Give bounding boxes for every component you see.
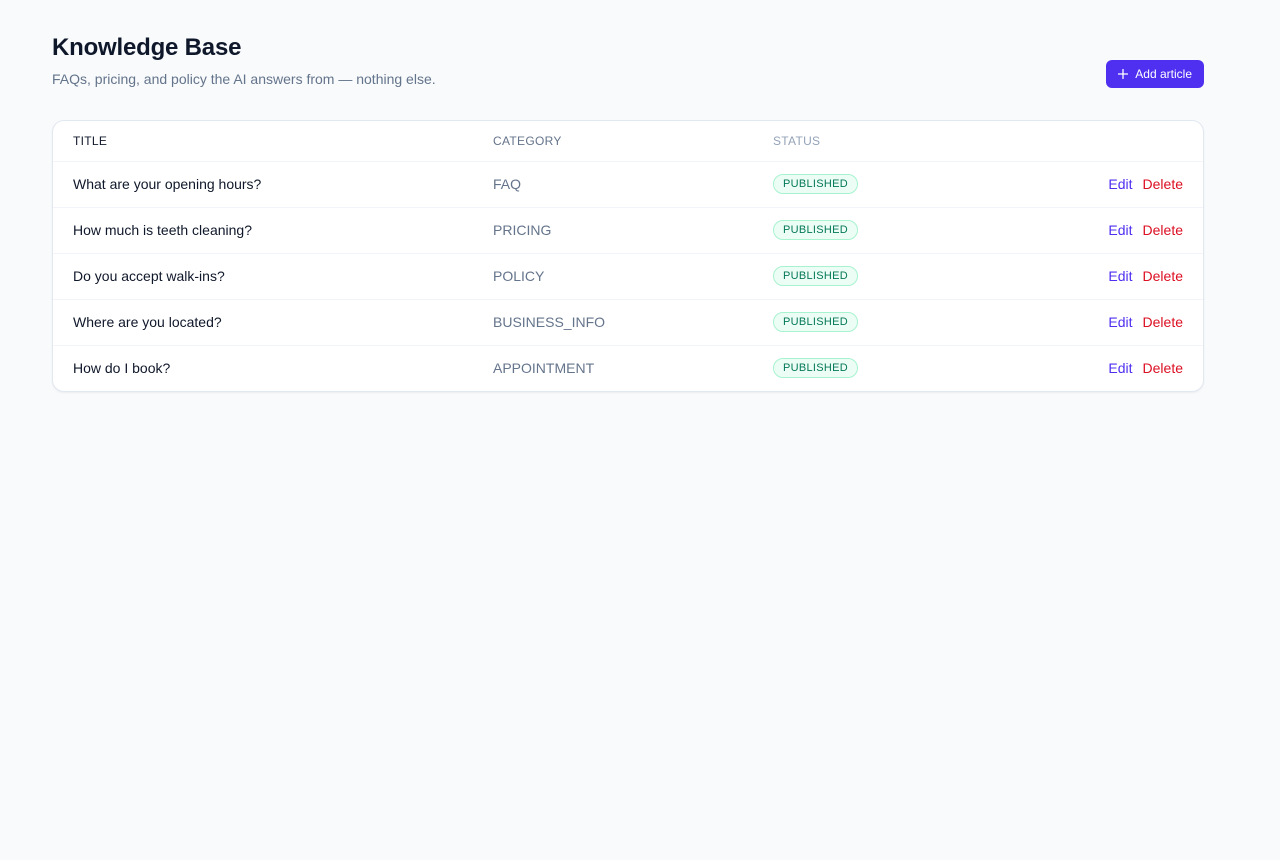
delete-link[interactable]: Delete: [1143, 268, 1183, 284]
row-actions: Edit Delete: [1033, 345, 1203, 391]
row-actions: Edit Delete: [1033, 161, 1203, 208]
edit-link[interactable]: Edit: [1108, 222, 1132, 238]
row-category: PRICING: [473, 207, 753, 254]
row-status-cell: PUBLISHED: [753, 345, 1033, 391]
table-row: Where are you located? BUSINESS_INFO PUB…: [53, 299, 1203, 346]
status-badge: PUBLISHED: [773, 220, 859, 240]
articles-table: TITLE CATEGORY STATUS What are your open…: [53, 121, 1203, 391]
row-title: How much is teeth cleaning?: [53, 207, 473, 254]
row-status-cell: PUBLISHED: [753, 207, 1033, 254]
row-title: Do you accept walk-ins?: [53, 253, 473, 300]
row-status-cell: PUBLISHED: [753, 299, 1033, 346]
row-category: BUSINESS_INFO: [473, 299, 753, 346]
page-header: Knowledge Base FAQs, pricing, and policy…: [52, 34, 1228, 120]
page-title: Knowledge Base: [52, 34, 242, 61]
row-actions: Edit Delete: [1033, 299, 1203, 346]
delete-link[interactable]: Delete: [1143, 314, 1183, 330]
table-row: Do you accept walk-ins? POLICY PUBLISHED…: [53, 253, 1203, 300]
row-actions: Edit Delete: [1033, 207, 1203, 254]
delete-link[interactable]: Delete: [1143, 176, 1183, 192]
status-badge: PUBLISHED: [773, 358, 859, 379]
table-row: What are your opening hours? FAQ PUBLISH…: [53, 161, 1203, 208]
row-title: What are your opening hours?: [53, 161, 473, 208]
edit-link[interactable]: Edit: [1108, 176, 1132, 192]
row-title: How do I book?: [73, 360, 171, 377]
delete-link[interactable]: Delete: [1143, 360, 1183, 376]
status-badge: PUBLISHED: [773, 312, 859, 332]
page-subtitle: FAQs, pricing, and policy the AI answers…: [52, 71, 436, 87]
row-status-cell: PUBLISHED: [753, 253, 1033, 300]
status-badge: PUBLISHED: [773, 174, 859, 194]
column-header-actions: [1033, 121, 1203, 162]
edit-link[interactable]: Edit: [1108, 360, 1132, 376]
column-header-category: CATEGORY: [473, 121, 753, 162]
plus-icon: [1118, 69, 1129, 79]
status-badge: PUBLISHED: [773, 266, 859, 286]
table-header-row: TITLE CATEGORY STATUS: [53, 121, 1203, 162]
row-status-cell: PUBLISHED: [753, 161, 1033, 208]
row-category: APPOINTMENT: [493, 360, 595, 377]
column-header-title: TITLE: [53, 121, 473, 162]
edit-link[interactable]: Edit: [1108, 314, 1132, 330]
table-row: How do I book? APPOINTMENT PUBLISHED Edi…: [53, 345, 1203, 391]
row-title: Where are you located?: [53, 299, 473, 346]
articles-table-card: TITLE CATEGORY STATUS What are your open…: [52, 120, 1204, 392]
row-category: FAQ: [473, 161, 753, 208]
row-category: POLICY: [473, 253, 753, 300]
page: Knowledge Base FAQs, pricing, and policy…: [0, 0, 1280, 860]
edit-link[interactable]: Edit: [1108, 268, 1132, 284]
table-row: How much is teeth cleaning? PRICING PUBL…: [53, 207, 1203, 254]
add-article-button[interactable]: Add article: [1106, 60, 1204, 88]
column-header-status: STATUS: [753, 121, 1033, 162]
add-article-label: Add article: [1135, 67, 1192, 81]
delete-link[interactable]: Delete: [1143, 222, 1183, 238]
row-actions: Edit Delete: [1033, 253, 1203, 300]
